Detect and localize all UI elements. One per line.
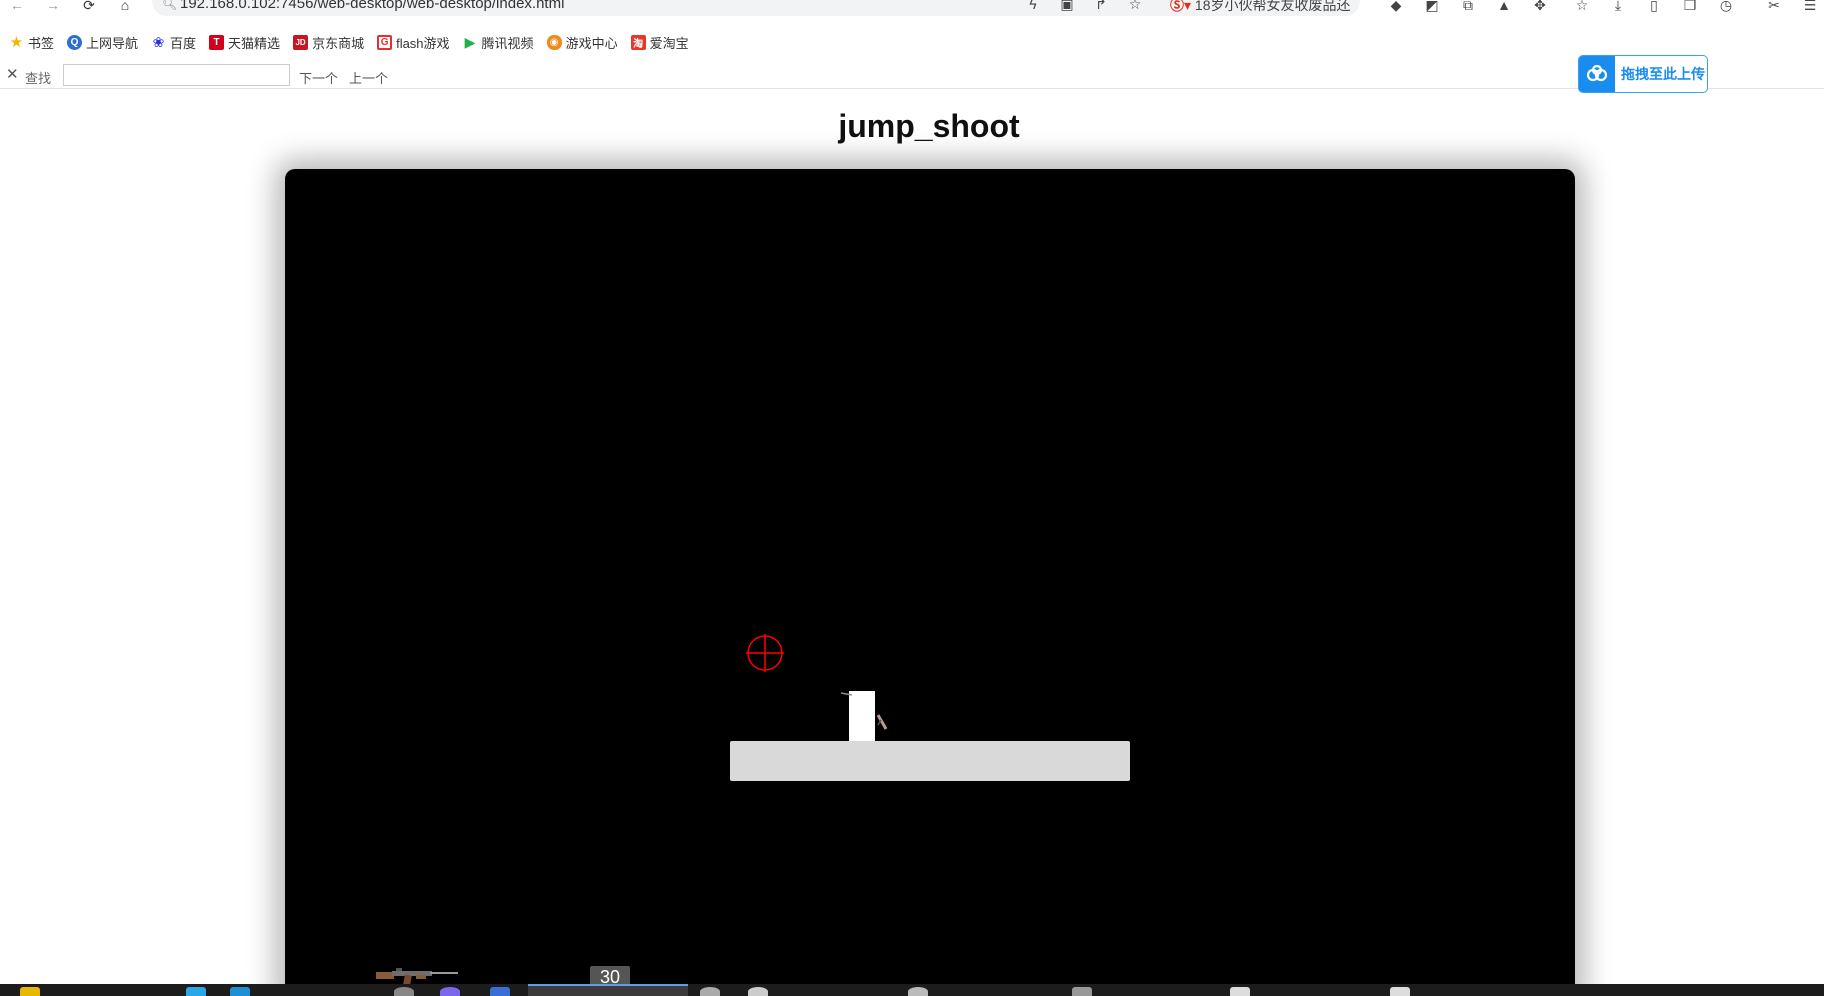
cloud-icon — [1579, 56, 1615, 92]
window-icon[interactable]: ❐ — [1680, 0, 1700, 14]
tmall-icon: T — [209, 34, 225, 50]
history-icon[interactable]: ◷ — [1716, 0, 1736, 14]
bookmark-item[interactable]: G flash游戏 — [377, 33, 450, 52]
play-icon: ▶ — [464, 33, 476, 50]
app-icon[interactable] — [748, 987, 768, 996]
bookmark-item[interactable]: JD 京东商城 — [293, 33, 364, 52]
search-icon: 🔍︎ — [162, 0, 178, 11]
taobao-icon: 淘 — [630, 34, 646, 50]
bookmark-item[interactable]: T 天猫精选 — [209, 33, 280, 52]
favorite-star-icon[interactable]: ☆ — [1126, 0, 1144, 13]
find-bar: ✕ 查找 下一个 上一个 — [0, 60, 1824, 89]
lightning-icon[interactable]: ϟ — [1024, 0, 1042, 12]
crosshair-icon — [746, 634, 784, 672]
close-icon[interactable]: ✕ — [6, 65, 19, 83]
reload-icon[interactable]: ⟳ — [78, 0, 100, 14]
upload-button[interactable]: 拖拽至此上传 — [1578, 55, 1708, 93]
folder-icon[interactable] — [20, 987, 40, 996]
bookmark-item[interactable]: ▶ 腾讯视频 — [463, 33, 534, 52]
scissors-icon[interactable]: ✂ — [1764, 0, 1784, 14]
app-icon[interactable] — [230, 987, 250, 996]
app-icon[interactable] — [186, 987, 206, 996]
q-circle-icon: Q — [67, 34, 83, 50]
star-icon: ★ — [9, 34, 24, 51]
search-engine-icon: Ⓢ▾ — [1170, 0, 1192, 13]
player-gun-icon — [840, 692, 888, 730]
ground-platform — [730, 741, 1130, 781]
colorful-extension-icon[interactable]: ◆ — [1386, 0, 1406, 14]
gamepad-icon: ◉ — [546, 34, 562, 50]
menu-icon[interactable]: ☰ — [1800, 0, 1820, 14]
find-next-button[interactable]: 下一个 — [299, 68, 338, 87]
pdf-extension-icon[interactable]: ▲ — [1494, 0, 1514, 14]
find-input[interactable] — [63, 64, 290, 86]
puzzle-extension-icon[interactable]: ✥ — [1530, 0, 1550, 14]
search-suggestion[interactable]: Ⓢ▾ 18岁小伙帮女友收废品还 — [1170, 0, 1355, 15]
bookmarks-bar: ★ 书签 Q 上网导航 ❀ 百度 T 天猫精选 JD 京东商城 G flash游… — [0, 30, 1824, 54]
app-icon[interactable] — [440, 987, 460, 996]
home-icon[interactable]: ⌂ — [114, 0, 136, 14]
phone-icon[interactable]: ▯ — [1644, 0, 1664, 14]
flash-game-icon: G — [377, 34, 393, 50]
page-title: jump_shoot — [838, 108, 1020, 144]
search-suggestion-text: 18岁小伙帮女友收废品还 — [1194, 0, 1351, 13]
share-icon[interactable]: ↱ — [1092, 0, 1110, 13]
translate-extension-icon[interactable]: ⧉ — [1458, 0, 1478, 14]
bookmark-item[interactable]: ◉ 游戏中心 — [546, 33, 618, 52]
game-canvas[interactable]: 30 — [285, 169, 1575, 996]
app-icon[interactable] — [1230, 987, 1250, 996]
jd-icon: JD — [293, 34, 309, 50]
screenshot-extension-icon[interactable]: ◩ — [1422, 0, 1442, 14]
reader-icon[interactable]: ▣ — [1058, 0, 1076, 13]
app-icon[interactable] — [700, 987, 720, 996]
download-icon[interactable]: ⤓ — [1608, 0, 1628, 14]
back-icon[interactable]: ← — [6, 0, 28, 14]
bookmark-item[interactable]: 淘 爱淘宝 — [630, 33, 689, 52]
app-icon[interactable] — [1390, 987, 1410, 996]
app-icon[interactable] — [394, 987, 414, 996]
find-prev-button[interactable]: 上一个 — [349, 68, 388, 87]
forward-icon[interactable]: → — [42, 0, 64, 14]
taskbar — [0, 984, 1824, 996]
app-icon[interactable] — [908, 987, 928, 996]
bookmark-item[interactable]: ★ 书签 — [9, 33, 54, 52]
taskbar-active-window[interactable] — [528, 984, 688, 996]
paw-icon: ❀ — [152, 33, 165, 50]
address-bar-row: ← → ⟳ ⌂ 🔍︎ 192.168.0.102:7456/web-deskto… — [0, 0, 1824, 20]
bookmark-item[interactable]: ❀ 百度 — [151, 33, 196, 52]
url-text[interactable]: 192.168.0.102:7456/web-desktop/web-deskt… — [180, 0, 564, 12]
bookmark-item[interactable]: Q 上网导航 — [67, 33, 138, 52]
upload-label: 拖拽至此上传 — [1621, 66, 1705, 82]
app-icon[interactable] — [490, 987, 510, 996]
bookmark-star-icon[interactable]: ☆ — [1572, 0, 1592, 14]
find-label: 查找 — [25, 71, 52, 86]
app-icon[interactable] — [1072, 987, 1092, 996]
